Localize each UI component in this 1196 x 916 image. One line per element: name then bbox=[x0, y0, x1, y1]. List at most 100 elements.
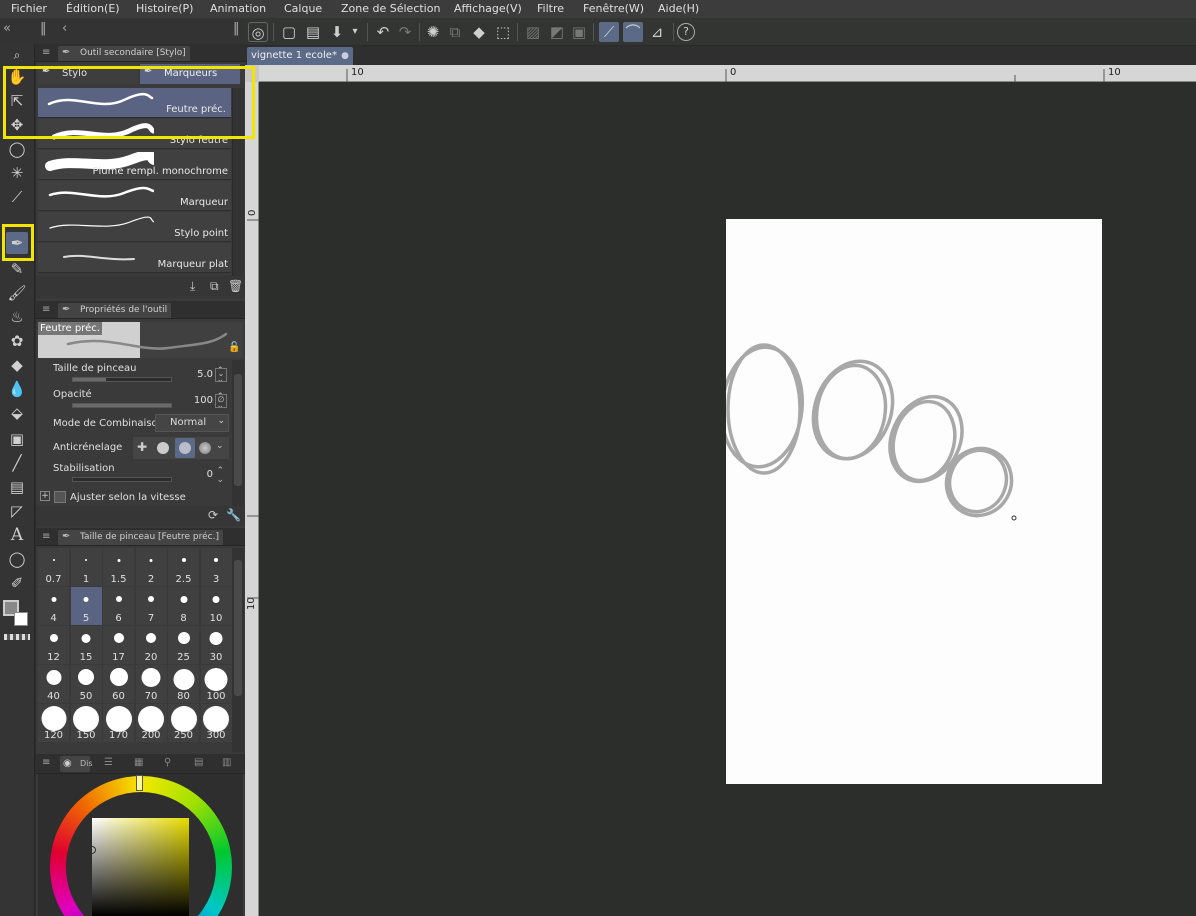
opacity-slider[interactable] bbox=[72, 403, 172, 408]
text-icon[interactable]: A bbox=[6, 524, 28, 546]
menu-filtre[interactable]: Filtre bbox=[537, 2, 564, 15]
loading-icon[interactable]: ✺ bbox=[423, 22, 443, 42]
brush-size-preset[interactable]: 60 bbox=[103, 665, 134, 703]
brush-size-preset[interactable]: 6 bbox=[103, 587, 134, 625]
hue-handle[interactable] bbox=[136, 775, 143, 791]
brush-size-preset[interactable]: 170 bbox=[103, 704, 134, 742]
brush-size-preset[interactable]: 4 bbox=[38, 587, 69, 625]
chevron-down-icon[interactable]: ⌄ bbox=[216, 441, 224, 451]
expand-icon[interactable]: + bbox=[40, 491, 50, 501]
snap-grid-icon[interactable]: ⊿ bbox=[647, 22, 667, 42]
approximate-color-tab-icon[interactable]: ▤ bbox=[194, 757, 203, 768]
brush-size-preset[interactable]: 1.5 bbox=[103, 548, 134, 586]
speed-adjust-row[interactable]: + Ajuster selon la vitesse bbox=[40, 490, 230, 506]
eraser-icon[interactable]: ◆ bbox=[6, 354, 28, 376]
snap-curve-icon[interactable]: ⌒ bbox=[623, 22, 643, 42]
panel-menu-icon[interactable]: ≡ bbox=[42, 531, 50, 542]
toolprop-panel-title[interactable]: Propriétés de l'outil bbox=[58, 303, 172, 318]
brush-size-preset[interactable]: 15 bbox=[70, 626, 102, 664]
subtool-scrollbar[interactable] bbox=[232, 88, 244, 276]
brush-size-slider[interactable] bbox=[72, 377, 172, 382]
lasso-icon[interactable]: ◯ bbox=[6, 138, 28, 160]
blend-mode-select[interactable]: Normal ⌄ bbox=[155, 414, 229, 432]
transparent-color-icon[interactable] bbox=[4, 634, 30, 640]
undo-icon[interactable]: ↶ bbox=[373, 22, 393, 42]
open-file-icon[interactable]: ▤ bbox=[303, 22, 323, 42]
help-icon[interactable]: ? bbox=[677, 23, 695, 41]
stabilization-slider[interactable] bbox=[72, 477, 172, 482]
panel-menu-icon[interactable]: ≡ bbox=[42, 304, 50, 315]
duplicate-subtool-icon[interactable]: ⧉ bbox=[210, 279, 219, 294]
brush-size-preset[interactable]: 200 bbox=[135, 704, 167, 742]
wrench-icon[interactable]: 🔧 bbox=[226, 508, 241, 522]
correct-line-icon[interactable]: ✐ bbox=[6, 572, 28, 594]
spin-icon[interactable]: ⌃ ⌄ bbox=[216, 467, 224, 485]
pen-tool-icon[interactable]: ✒ bbox=[6, 232, 28, 254]
subtool-panel-title[interactable]: Outil secondaire [Stylo] bbox=[58, 46, 190, 61]
brush-size-preset[interactable]: 20 bbox=[135, 626, 167, 664]
magic-wand-icon[interactable]: ✳ bbox=[6, 162, 28, 184]
close-tab-icon[interactable]: ● bbox=[341, 47, 349, 65]
blend-icon[interactable]: 💧 bbox=[6, 378, 28, 400]
brush-item-plume-rempl[interactable]: Plume rempl. monochrome bbox=[38, 150, 231, 180]
panel-menu-icon[interactable]: ≡ bbox=[42, 757, 50, 768]
reset-icon[interactable]: ⟳ bbox=[208, 508, 218, 522]
import-subtool-icon[interactable]: ⤓ bbox=[190, 279, 195, 294]
snap-ruler-icon[interactable]: ⟋ bbox=[599, 22, 619, 42]
brush-size-preset[interactable]: 250 bbox=[168, 704, 199, 742]
menu-animation[interactable]: Animation bbox=[210, 2, 266, 15]
clear-selection-icon[interactable]: ▨ bbox=[523, 22, 543, 42]
brush-size-preset[interactable]: 50 bbox=[70, 665, 102, 703]
brush-size-preset[interactable]: 300 bbox=[200, 704, 232, 742]
brush-icon[interactable]: 🖌 bbox=[6, 282, 28, 304]
hand-icon[interactable]: ✋ bbox=[6, 66, 28, 88]
dock-grip-right-icon[interactable]: ‖ bbox=[233, 21, 240, 36]
copy-icon[interactable]: ⧉ bbox=[445, 22, 465, 42]
canvas-paper[interactable] bbox=[719, 219, 1102, 784]
balloon-icon[interactable]: ◯ bbox=[6, 548, 28, 570]
menu-affichage[interactable]: Affichage(V) bbox=[454, 2, 522, 15]
chevron-left-icon[interactable]: ‹ bbox=[62, 21, 67, 36]
ruler-icon[interactable]: ◸ bbox=[6, 500, 28, 522]
pressure-toggle-icon[interactable]: ⌄ bbox=[215, 368, 227, 382]
menu-histoire[interactable]: Histoire(P) bbox=[136, 2, 193, 15]
save-icon[interactable]: ⬇ bbox=[327, 22, 347, 42]
brushsize-panel-title[interactable]: Taille de pinceau [Feutre préc.] bbox=[58, 530, 223, 545]
antialias-medium-button[interactable] bbox=[175, 438, 195, 458]
panel-menu-icon[interactable]: ≡ bbox=[42, 47, 50, 58]
brush-size-preset[interactable]: 70 bbox=[135, 665, 167, 703]
document-tab[interactable]: vignette 1 ecole* ● bbox=[247, 47, 353, 65]
selection-border-icon[interactable]: ▣ bbox=[569, 22, 589, 42]
app-logo-icon[interactable]: ◎ bbox=[248, 22, 268, 42]
gradient-icon[interactable]: ▣ bbox=[6, 428, 28, 450]
eyedropper-icon[interactable]: ⟋ bbox=[6, 186, 28, 208]
brush-size-preset[interactable]: 12 bbox=[38, 626, 69, 664]
new-file-icon[interactable]: ▢ bbox=[279, 22, 299, 42]
fill-bucket-icon[interactable]: ◆ bbox=[469, 22, 489, 42]
airbrush-icon[interactable]: ♨ bbox=[6, 306, 28, 328]
intermediate-color-tab-icon[interactable]: ⚲ bbox=[164, 757, 171, 768]
brush-size-preset[interactable]: 7 bbox=[135, 587, 167, 625]
pencil-icon[interactable]: ✎ bbox=[6, 258, 28, 280]
brush-size-preset[interactable]: 80 bbox=[168, 665, 199, 703]
brush-size-preset[interactable]: 120 bbox=[38, 704, 69, 742]
redo-icon[interactable]: ↷ bbox=[395, 22, 415, 42]
brush-size-preset[interactable]: 2.5 bbox=[168, 548, 199, 586]
color-history-tab-icon[interactable]: ▥ bbox=[222, 757, 231, 768]
brush-size-preset[interactable]: 30 bbox=[200, 626, 232, 664]
color-wheel-area[interactable] bbox=[38, 774, 243, 916]
brush-size-value[interactable]: 5.0 bbox=[197, 369, 213, 380]
invert-selection-icon[interactable]: ◩ bbox=[547, 22, 567, 42]
tab-marqueurs[interactable]: ✒ Marqueurs bbox=[140, 64, 240, 84]
brush-size-preset[interactable]: 5 bbox=[70, 587, 102, 625]
dock-grip-icon[interactable]: ‖ bbox=[40, 21, 47, 36]
brush-item-stylo-point[interactable]: Stylo point bbox=[38, 212, 231, 242]
menu-selection[interactable]: Zone de Sélection bbox=[341, 2, 440, 15]
brush-item-marqueur-plat[interactable]: Marqueur plat bbox=[38, 243, 231, 273]
brush-size-preset[interactable]: 100 bbox=[200, 665, 232, 703]
transform-icon[interactable]: ⬚ bbox=[493, 22, 513, 42]
brush-size-preset[interactable]: 8 bbox=[168, 587, 199, 625]
lock-icon[interactable]: 🔓 bbox=[228, 342, 240, 353]
color-picker-cursor[interactable] bbox=[88, 846, 96, 854]
tab-color-circle[interactable]: ◉ Dis bbox=[60, 756, 93, 772]
